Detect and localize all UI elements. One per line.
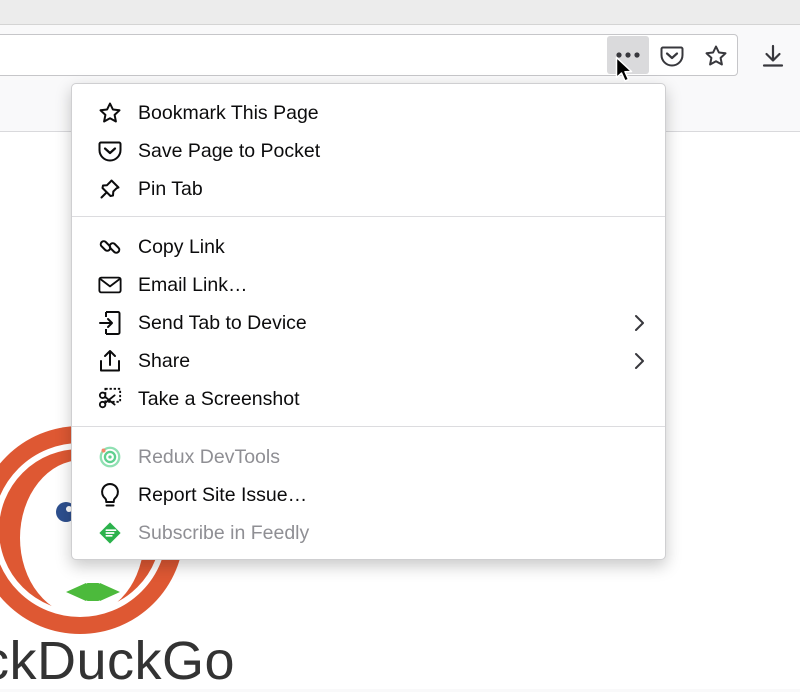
menu-item-subscribe-feedly[interactable]: Subscribe in Feedly (72, 514, 665, 552)
menu-item-label: Save Page to Pocket (138, 139, 321, 162)
duckduckgo-wordmark: ckDuckGo (0, 631, 236, 691)
pocket-icon (98, 139, 122, 163)
envelope-icon (98, 273, 122, 297)
menu-item-label: Take a Screenshot (138, 387, 300, 410)
pin-icon (98, 177, 122, 201)
send-tab-icon (98, 311, 122, 335)
menu-separator (72, 216, 665, 217)
menu-item-label: Bookmark This Page (138, 101, 319, 124)
menu-item-report-site-issue[interactable]: Report Site Issue… (72, 476, 665, 514)
menu-item-label: Copy Link (138, 235, 225, 258)
menu-item-label: Report Site Issue… (138, 483, 308, 506)
menu-item-take-screenshot[interactable]: Take a Screenshot (72, 380, 665, 418)
menu-item-label: Share (138, 349, 191, 372)
feedly-icon (98, 521, 122, 545)
redux-icon (98, 445, 122, 469)
menu-item-label: Pin Tab (138, 177, 203, 200)
chevron-right-icon (633, 314, 645, 337)
menu-separator (72, 426, 665, 427)
page-actions-menu: Bookmark This Page Save Page to Pocket P… (71, 83, 666, 560)
menu-item-label: Subscribe in Feedly (138, 521, 310, 544)
bookmark-star-button[interactable] (696, 36, 736, 76)
pocket-icon (660, 46, 684, 67)
tab-strip (0, 0, 800, 25)
pocket-button[interactable] (652, 36, 692, 76)
lightbulb-icon (98, 483, 122, 507)
chevron-right-icon (633, 352, 645, 375)
menu-item-share[interactable]: Share (72, 342, 665, 380)
menu-item-copy-link[interactable]: Copy Link (72, 228, 665, 266)
mouse-pointer-icon (615, 56, 633, 82)
menu-item-label: Redux DevTools (138, 445, 280, 468)
menu-item-label: Send Tab to Device (138, 311, 307, 334)
link-icon (98, 235, 122, 259)
menu-item-label: Email Link… (138, 273, 248, 296)
menu-item-send-tab[interactable]: Send Tab to Device (72, 304, 665, 342)
menu-item-pin-tab[interactable]: Pin Tab (72, 170, 665, 208)
menu-item-save-to-pocket[interactable]: Save Page to Pocket (72, 132, 665, 170)
menu-item-redux-devtools[interactable]: Redux DevTools (72, 438, 665, 476)
star-icon (98, 101, 122, 125)
screenshot-icon (98, 387, 122, 411)
share-icon (98, 349, 122, 373)
menu-item-email-link[interactable]: Email Link… (72, 266, 665, 304)
download-icon (762, 44, 784, 67)
menu-item-bookmark-page[interactable]: Bookmark This Page (72, 94, 665, 132)
star-icon (705, 45, 727, 66)
downloads-button[interactable] (753, 36, 793, 76)
